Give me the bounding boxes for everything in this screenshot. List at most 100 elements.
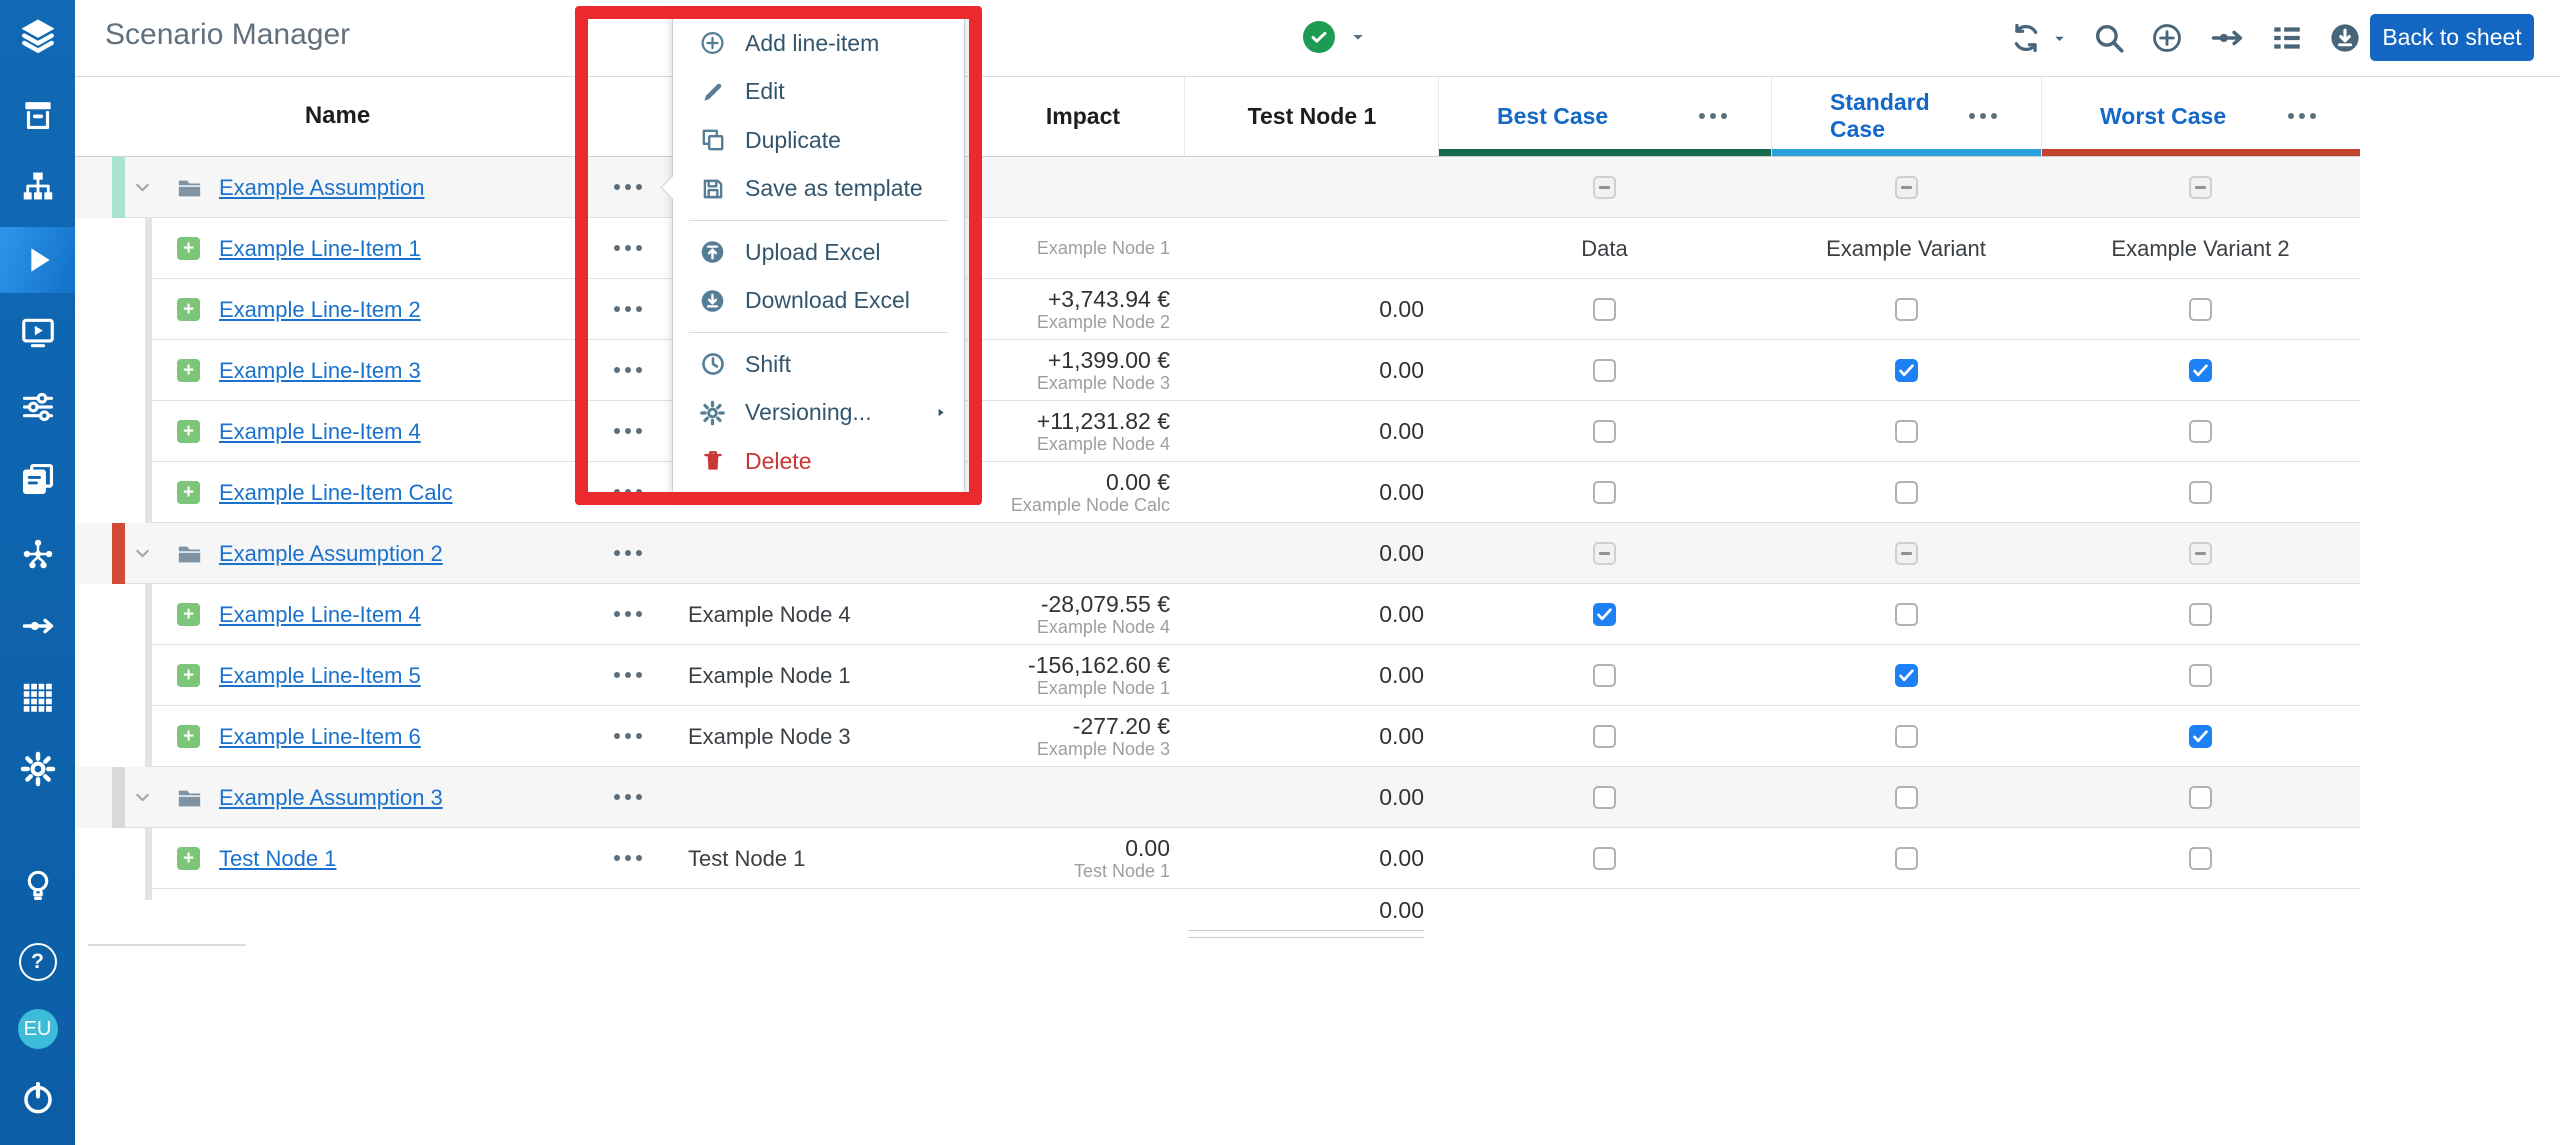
sidebar-item-logo[interactable] <box>0 7 75 65</box>
row-actions-button[interactable] <box>608 594 648 634</box>
scenario-checkbox[interactable] <box>1895 542 1918 565</box>
scenario-checkbox[interactable] <box>2189 847 2212 870</box>
menu-item-shift[interactable]: Shift <box>673 340 964 389</box>
scenario-menu-button[interactable] <box>1969 113 1997 119</box>
menu-item-delete[interactable]: Delete <box>673 437 964 486</box>
sidebar-item-grid[interactable] <box>0 669 75 727</box>
scenario-checkbox[interactable] <box>1895 359 1918 382</box>
scenario-name-link[interactable]: Worst Case <box>2100 103 2226 130</box>
toolbar-download-button[interactable] <box>2328 21 2362 55</box>
back-to-sheet-button[interactable]: Back to sheet <box>2370 14 2534 61</box>
toolbar-list-button[interactable] <box>2270 21 2304 55</box>
scenario-checkbox[interactable] <box>2189 542 2212 565</box>
menu-item-edit[interactable]: Edit <box>673 68 964 117</box>
row-actions-button[interactable] <box>608 167 648 207</box>
row-label-link[interactable]: Example Line-Item 1 <box>219 236 421 262</box>
scenario-checkbox[interactable] <box>2189 664 2212 687</box>
scenario-checkbox[interactable] <box>1593 420 1616 443</box>
scenario-checkbox[interactable] <box>1895 847 1918 870</box>
row-expand-caret[interactable] <box>132 177 153 198</box>
row-actions-button[interactable] <box>608 289 648 329</box>
row-label-link[interactable]: Test Node 1 <box>219 846 336 872</box>
row-expand-caret[interactable] <box>132 543 153 564</box>
scenario-checkbox[interactable] <box>2189 176 2212 199</box>
row-label-link[interactable]: Example Line-Item 2 <box>219 297 421 323</box>
toolbar-search-button[interactable] <box>2092 21 2126 55</box>
menu-item-upload-excel[interactable]: Upload Excel <box>673 228 964 277</box>
row-actions-button[interactable] <box>608 350 648 390</box>
sidebar-item-help[interactable]: ? <box>0 933 75 991</box>
scenario-checkbox[interactable] <box>1593 725 1616 748</box>
scenario-checkbox[interactable] <box>2189 603 2212 626</box>
scenario-checkbox[interactable] <box>2189 298 2212 321</box>
scenario-checkbox[interactable] <box>1593 542 1616 565</box>
toolbar-jump-button[interactable] <box>2208 19 2246 57</box>
row-actions-button[interactable] <box>608 838 648 878</box>
sidebar-item-graph[interactable] <box>0 525 75 583</box>
scenario-checkbox[interactable] <box>1593 786 1616 809</box>
sidebar-item-presentation[interactable] <box>0 304 75 362</box>
sidebar-item-hierarchy[interactable] <box>0 157 75 215</box>
scenario-checkbox[interactable] <box>1593 481 1616 504</box>
row-label-link[interactable]: Example Line-Item 4 <box>219 419 421 445</box>
sidebar-item-user[interactable]: EU <box>0 1000 75 1058</box>
row-label-link[interactable]: Example Line-Item 3 <box>219 358 421 384</box>
scenario-checkbox[interactable] <box>1593 603 1616 626</box>
row-actions-button[interactable] <box>608 411 648 451</box>
sidebar-item-ideas[interactable] <box>0 856 75 914</box>
row-expand-caret[interactable] <box>132 787 153 808</box>
scenario-checkbox[interactable] <box>2189 725 2212 748</box>
scenario-status-dropdown[interactable] <box>1303 21 1366 53</box>
row-label-link[interactable]: Example Line-Item 4 <box>219 602 421 628</box>
menu-item-duplicate[interactable]: Duplicate <box>673 116 964 165</box>
menu-item-save-as-template[interactable]: Save as template <box>673 165 964 214</box>
scenario-checkbox[interactable] <box>1593 664 1616 687</box>
plus-circle-icon <box>2150 21 2184 55</box>
scenario-name-link[interactable]: Standard Case <box>1830 89 1969 143</box>
scenario-checkbox[interactable] <box>1895 786 1918 809</box>
row-actions-button[interactable] <box>608 533 648 573</box>
scenario-menu-button[interactable] <box>2288 113 2316 119</box>
row-label-link[interactable]: Example Line-Item 5 <box>219 663 421 689</box>
scenario-checkbox[interactable] <box>1895 664 1918 687</box>
row-actions-button[interactable] <box>608 655 648 695</box>
scenario-checkbox[interactable] <box>1895 725 1918 748</box>
scenario-checkbox[interactable] <box>1895 420 1918 443</box>
menu-item-download-excel[interactable]: Download Excel <box>673 277 964 326</box>
row-label-link[interactable]: Example Line-Item Calc <box>219 480 453 506</box>
menu-item-add-line-item[interactable]: Add line-item <box>673 19 964 68</box>
toolbar-add-button[interactable] <box>2150 21 2184 55</box>
scenario-cell-label: Data <box>1581 236 1627 262</box>
menu-item-versioning[interactable]: Versioning... <box>673 389 964 438</box>
scenario-checkbox[interactable] <box>1593 298 1616 321</box>
scenario-name-link[interactable]: Best Case <box>1497 103 1608 130</box>
sidebar-item-logout[interactable] <box>0 1069 75 1127</box>
scenario-checkbox[interactable] <box>1593 176 1616 199</box>
scenario-checkbox[interactable] <box>1593 359 1616 382</box>
row-label-link[interactable]: Example Assumption 2 <box>219 541 443 567</box>
sidebar-item-reports[interactable] <box>0 450 75 508</box>
row-label-link[interactable]: Example Assumption <box>219 175 424 201</box>
row-actions-button[interactable] <box>608 716 648 756</box>
sidebar-item-export[interactable] <box>0 597 75 655</box>
scenario-checkbox[interactable] <box>1593 847 1616 870</box>
row-actions-button[interactable] <box>608 472 648 512</box>
row-label-link[interactable]: Example Line-Item 6 <box>219 724 421 750</box>
scenario-checkbox[interactable] <box>1895 298 1918 321</box>
sidebar-item-drivers[interactable] <box>0 378 75 436</box>
row-actions-button[interactable] <box>608 777 648 817</box>
scenario-menu-button[interactable] <box>1699 113 1727 119</box>
scenario-checkbox[interactable] <box>2189 420 2212 443</box>
scenario-checkbox[interactable] <box>2189 786 2212 809</box>
sidebar-item-admin[interactable] <box>0 740 75 798</box>
sidebar-item-simulation[interactable] <box>0 227 75 293</box>
scenario-checkbox[interactable] <box>1895 481 1918 504</box>
row-label-link[interactable]: Example Assumption 3 <box>219 785 443 811</box>
scenario-checkbox[interactable] <box>2189 481 2212 504</box>
toolbar-refresh-button[interactable] <box>2009 21 2068 55</box>
sidebar-item-models[interactable] <box>0 85 75 143</box>
row-actions-button[interactable] <box>608 228 648 268</box>
scenario-checkbox[interactable] <box>2189 359 2212 382</box>
scenario-checkbox[interactable] <box>1895 176 1918 199</box>
scenario-checkbox[interactable] <box>1895 603 1918 626</box>
